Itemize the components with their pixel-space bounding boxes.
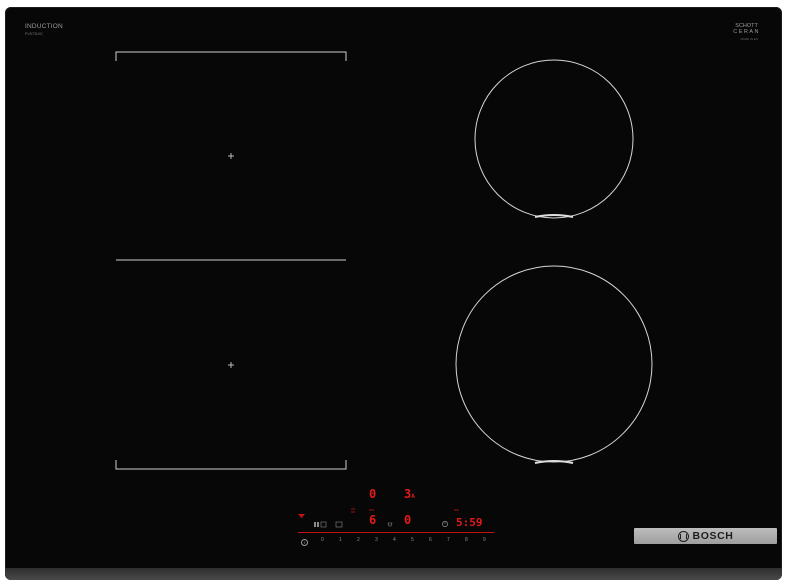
zone-markings [115, 51, 653, 528]
power-level-3[interactable]: 3 [375, 537, 378, 543]
steel-frame-edge [5, 568, 782, 580]
bosch-logo-icon [677, 530, 689, 542]
zone-rear-right[interactable] [474, 59, 634, 219]
power-level-2[interactable]: 2 [357, 537, 360, 543]
timer-display: 5:59 [456, 516, 483, 529]
power-level-9[interactable]: 9 [483, 537, 486, 543]
power-level-6[interactable]: 6 [429, 537, 432, 543]
power-level-0[interactable]: 0 [321, 537, 324, 543]
level-rear-right-display: 3A [404, 488, 415, 503]
power-level-1[interactable]: 1 [339, 537, 342, 543]
power-level-5[interactable]: 5 [411, 537, 414, 543]
clock-icon[interactable] [442, 521, 448, 527]
bosch-label: BOSCH [692, 530, 734, 542]
power-level-slider[interactable]: 0 1 2 3 4 5 6 7 8 9 [298, 535, 494, 545]
keep-warm-icon[interactable] [387, 522, 393, 527]
level-rear-left-display: 0 [369, 487, 377, 501]
wifi-icon[interactable] [298, 514, 305, 518]
zone-front-right[interactable] [455, 265, 653, 464]
power-level-7[interactable]: 7 [447, 537, 450, 543]
level-front-right-display: 0 [404, 513, 412, 527]
power-level-8[interactable]: 8 [465, 537, 468, 543]
flex-zone-rear-left[interactable] [115, 51, 347, 261]
cooktop-glass: INDUCTION PVS731HC SCHOTT CERAN MADE IN … [5, 7, 782, 580]
flex-mode-icon[interactable] [314, 521, 343, 528]
power-level-4[interactable]: 4 [393, 537, 396, 543]
level-rear-right-suffix: A [411, 493, 415, 500]
zone-select-indicator [351, 508, 459, 513]
touch-slider-track[interactable] [298, 532, 494, 534]
bosch-badge: BOSCH [634, 528, 777, 544]
level-front-left-display: 6 [369, 513, 377, 527]
flex-zone-front-left[interactable] [115, 362, 347, 470]
